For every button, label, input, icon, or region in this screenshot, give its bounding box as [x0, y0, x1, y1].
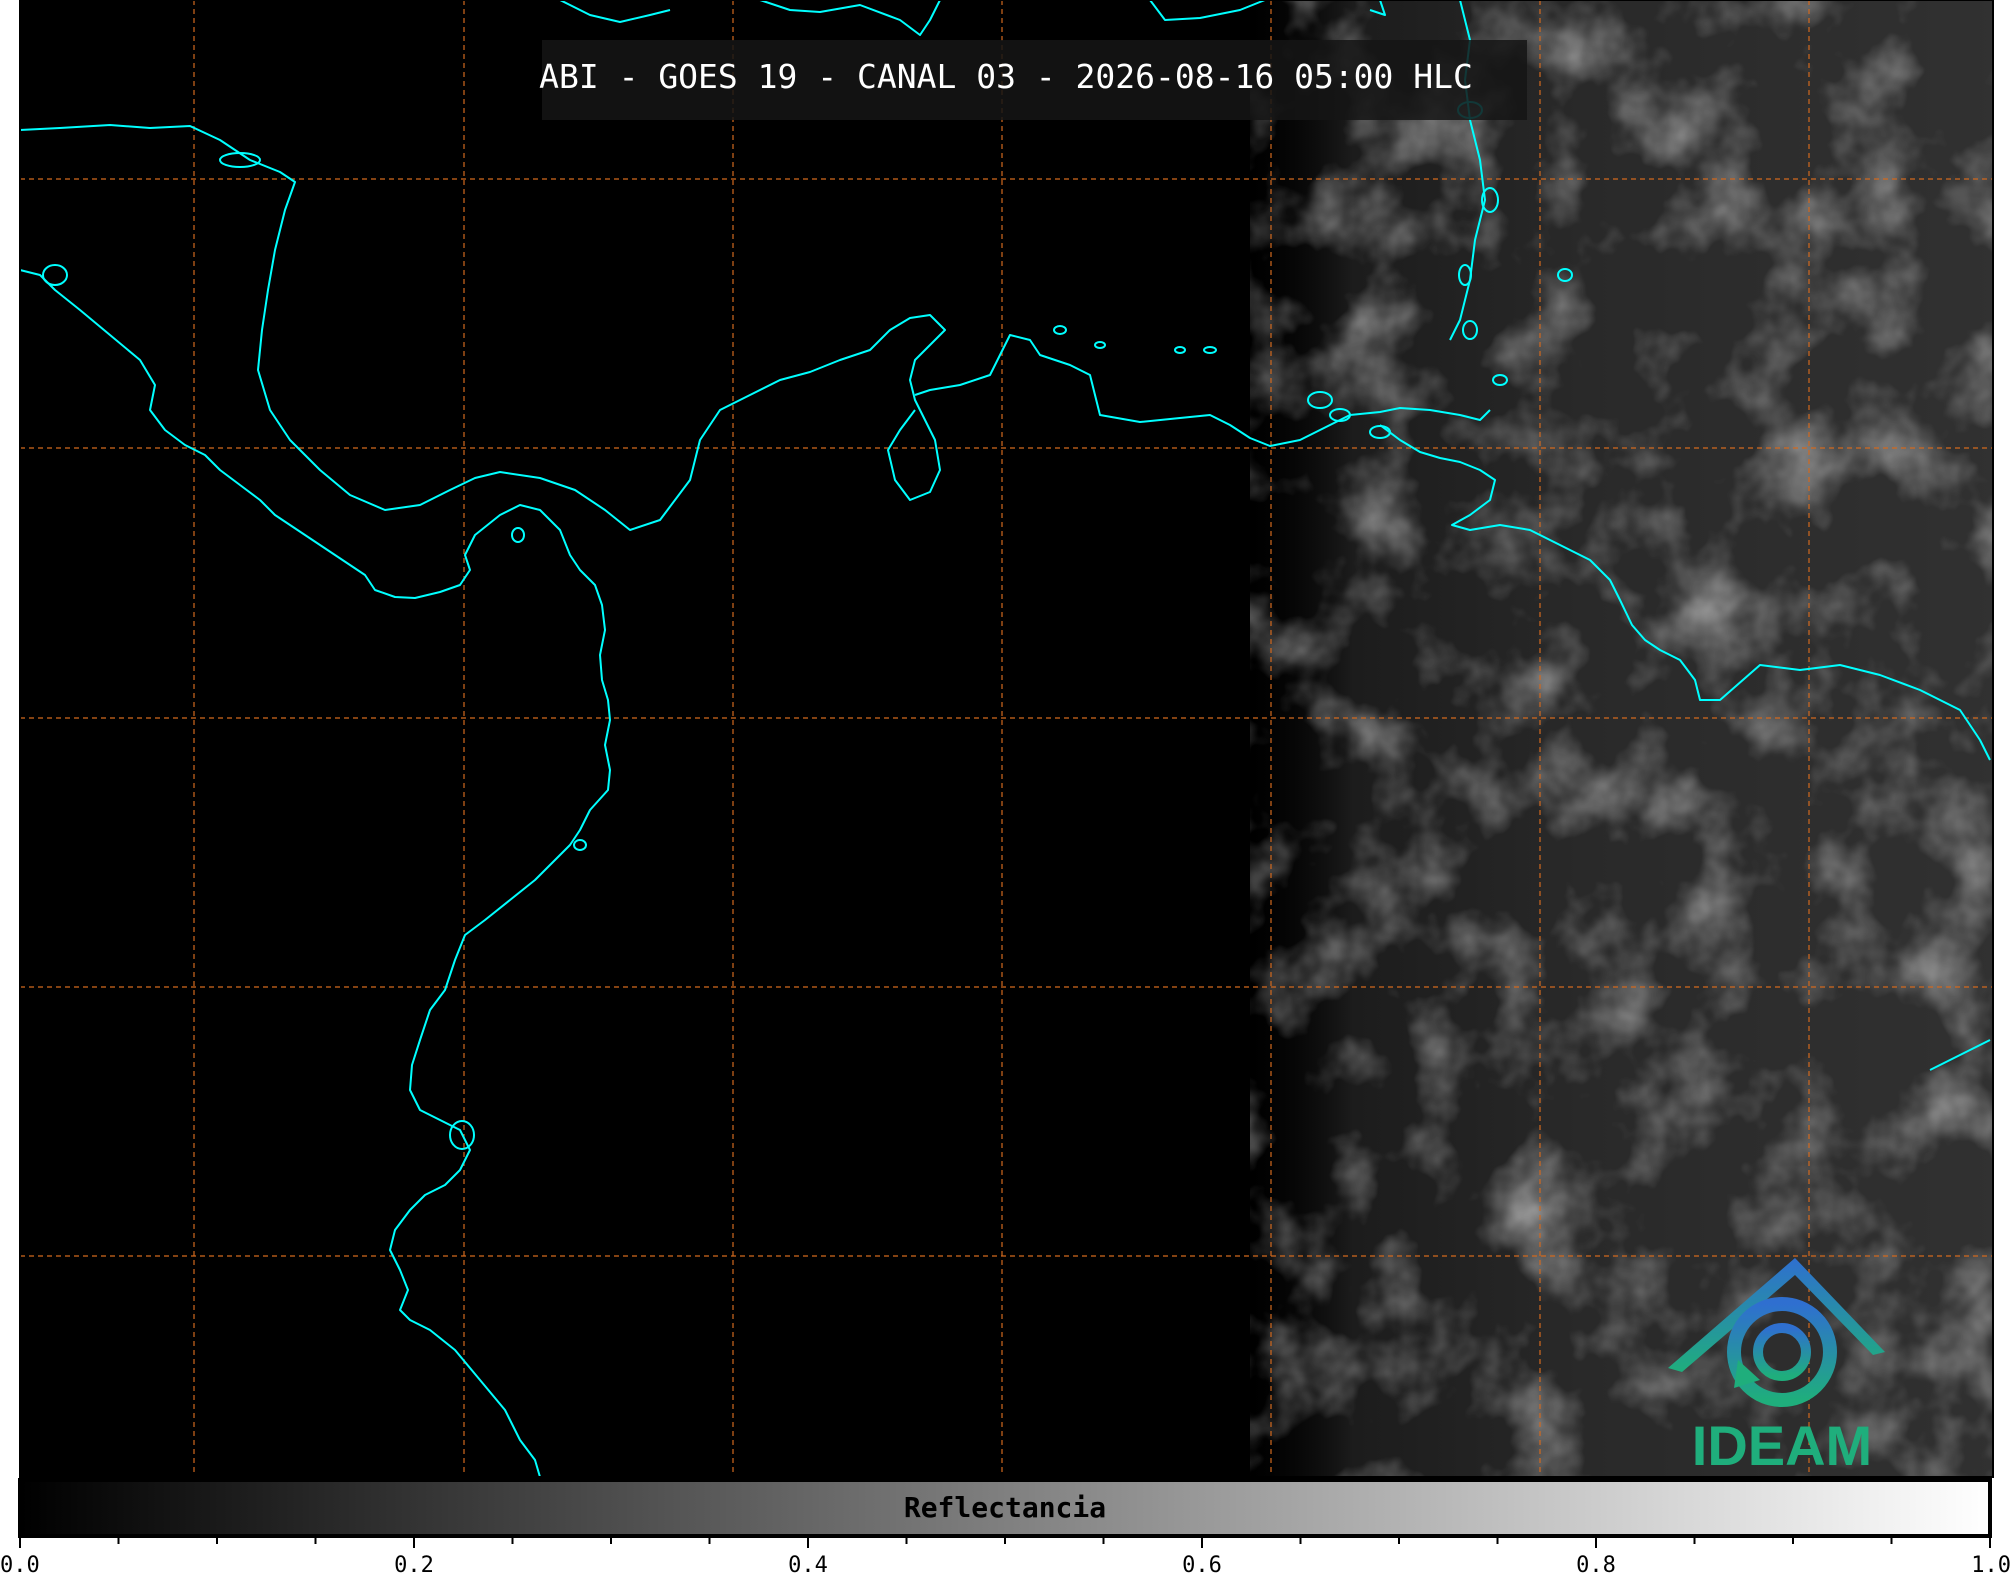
tick-label: 0.0: [0, 1553, 40, 1577]
tick-label: 0.8: [1576, 1553, 1616, 1577]
tick-label: 0.4: [788, 1553, 828, 1577]
satellite-map-figure: ABI - GOES 19 - CANAL 03 - 2026-08-16 05…: [0, 0, 2011, 1577]
map-title: ABI - GOES 19 - CANAL 03 - 2026-08-16 05…: [539, 57, 1473, 96]
colorbar-ticks: 0.0 0.2 0.4 0.6 0.8 1.0: [0, 1536, 2011, 1577]
tick-label: 1.0: [1971, 1553, 2011, 1577]
colorbar-label: Reflectancia: [904, 1491, 1106, 1524]
colorbar: Reflectancia 0.0 0.2 0.4 0.6 0.8 1.0: [0, 1478, 2011, 1577]
tick-label: 0.6: [1182, 1553, 1222, 1577]
title-box: ABI - GOES 19 - CANAL 03 - 2026-08-16 05…: [539, 40, 1527, 120]
tick-label: 0.2: [394, 1553, 434, 1577]
map-panel: [19, 0, 1994, 1478]
logo-text: IDEAM: [1692, 1414, 1872, 1477]
